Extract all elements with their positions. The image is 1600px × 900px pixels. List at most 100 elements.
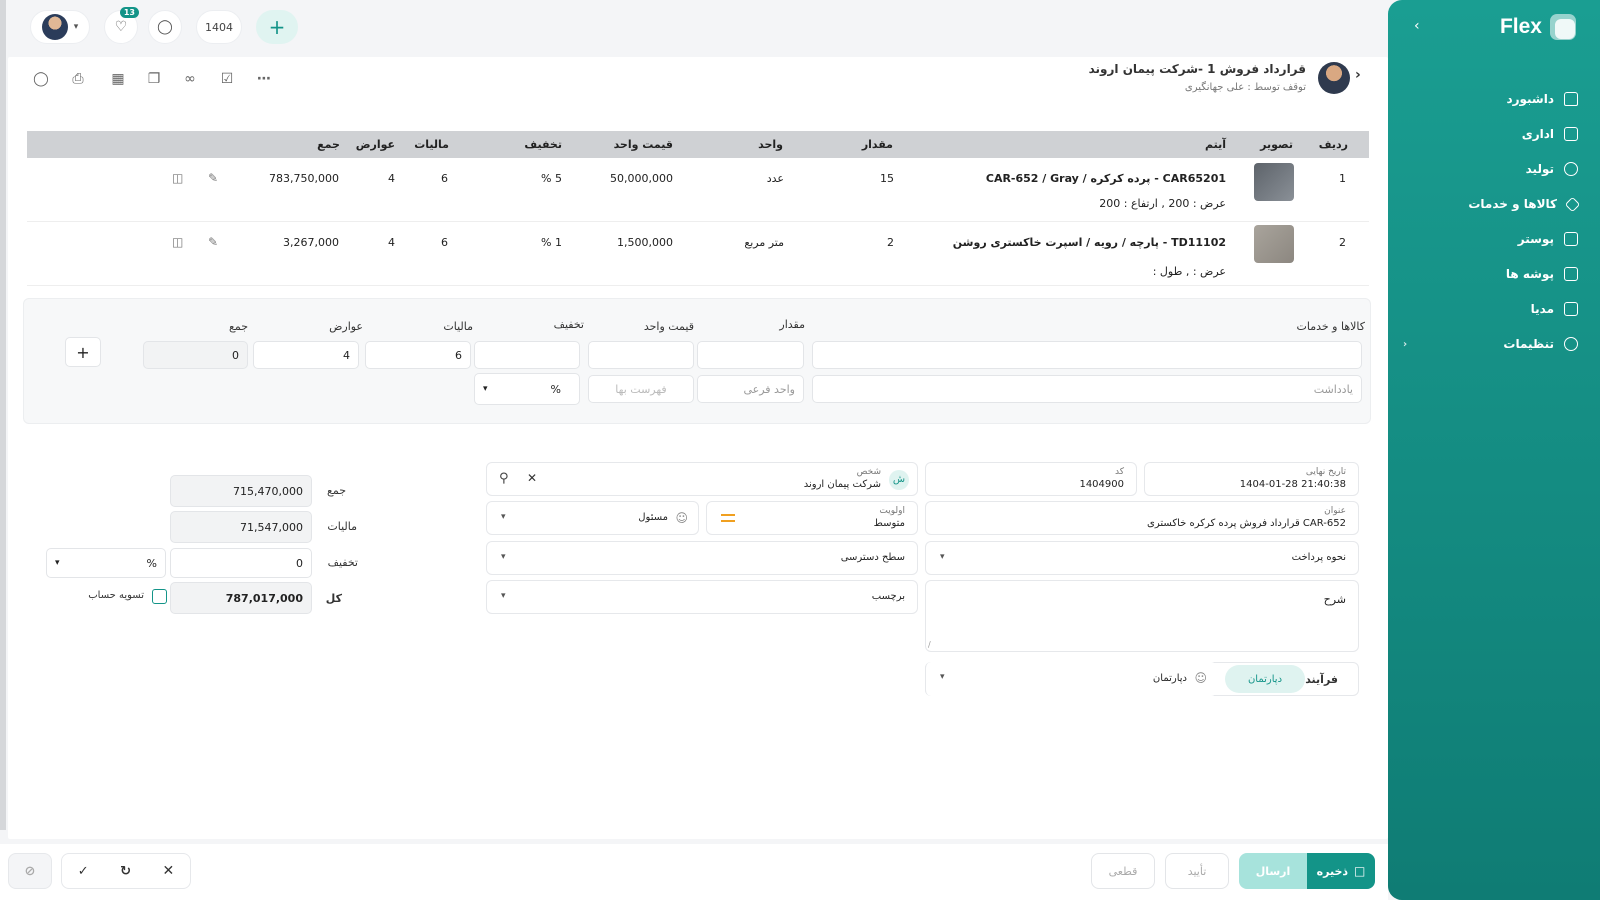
calendar-icon[interactable]: ▦	[109, 70, 127, 88]
print-icon[interactable]: ⎙	[69, 70, 87, 88]
redo-icon[interactable]: ↻	[120, 864, 131, 879]
priority-medium-icon	[721, 514, 735, 522]
sidebar-item-admin[interactable]: اداری	[1403, 127, 1578, 141]
summary-tax-value: 71,547,000	[240, 520, 303, 534]
item-name: TD11102 - پارچه / رویه / اسپرت خاکستری ر…	[952, 236, 1226, 249]
sidebar-item-goods[interactable]: کالاها و خدمات	[1403, 196, 1581, 212]
sidebar-item-settings[interactable]: تنظیمات ‹	[1403, 337, 1578, 351]
add-item-button[interactable]: +	[65, 337, 101, 367]
payment-method-select[interactable]: نحوه پرداخت ▾	[925, 541, 1359, 575]
search-icon[interactable]: ⚲	[499, 471, 509, 486]
deadline-value: 1404-01-28 21:40:38	[1239, 479, 1346, 490]
sidebar-item-label: کالاها و خدمات	[1468, 197, 1557, 211]
briefcase-icon	[1564, 127, 1578, 141]
final-label: قطعی	[1108, 864, 1138, 878]
discount-input[interactable]	[474, 341, 580, 369]
item-dims: عرض : 200 , ارتفاع : 200	[1099, 197, 1226, 210]
settle-checkbox[interactable]	[152, 589, 167, 604]
delete-icon[interactable]: ◫	[172, 235, 183, 249]
bell-icon: ♡	[114, 19, 128, 35]
sidebar-item-folders[interactable]: پوشه ها	[1403, 267, 1578, 281]
tax-label: مالیات	[443, 320, 473, 333]
deadline-field[interactable]: تاریخ نهایی 1404-01-28 21:40:38	[1144, 462, 1359, 496]
avatar	[41, 14, 68, 40]
copy-icon[interactable]: ❐	[145, 70, 163, 88]
duties-input[interactable]: 4	[253, 341, 359, 369]
qty-input[interactable]	[697, 341, 804, 369]
user-menu[interactable]: ▾	[30, 10, 90, 44]
chat-button[interactable]: ◯	[148, 10, 182, 44]
delete-icon[interactable]: ◫	[172, 171, 183, 185]
tab-process[interactable]: فرآیند	[1305, 673, 1338, 686]
hide-button[interactable]: ⊘	[8, 853, 52, 889]
responsible-field[interactable]: ☺ مسئول ▾	[486, 501, 699, 535]
save-button[interactable]: ذخیره □	[1307, 853, 1375, 889]
checklist-icon[interactable]: ☑	[218, 70, 236, 88]
home-icon	[1564, 92, 1578, 106]
priority-field[interactable]: اولویت متوسط	[706, 501, 918, 535]
link-icon[interactable]: ∞	[181, 70, 199, 88]
summary-discount-type-select[interactable]: ▾%	[46, 548, 166, 578]
row-number: 2	[1339, 236, 1346, 249]
sidebar-item-label: مدیا	[1530, 302, 1554, 316]
table-row[interactable]	[27, 158, 1369, 222]
col-tax: مالیات	[414, 138, 449, 151]
plus-icon: +	[76, 342, 90, 362]
back-icon[interactable]: ›	[1355, 67, 1361, 83]
image-icon	[1564, 232, 1578, 246]
col-row: ردیف	[1318, 138, 1348, 151]
logo: Flex	[1500, 14, 1576, 40]
subunit-input[interactable]: واحد فرعی	[697, 375, 804, 403]
final-button[interactable]: قطعی	[1091, 853, 1155, 889]
access-level-select[interactable]: سطح دسترسی ▾	[486, 541, 918, 575]
note-placeholder: یادداشت	[1313, 382, 1353, 396]
summary-discount-input[interactable]: 0	[170, 548, 312, 578]
summary-sum-label: جمع	[326, 484, 346, 497]
unit-price-input[interactable]	[588, 341, 694, 369]
resize-handle-icon[interactable]: ∕	[928, 640, 931, 649]
department-select[interactable]: ☺ دپارتمان ▾	[925, 662, 1217, 696]
tab-department[interactable]: دپارتمان	[1225, 665, 1305, 693]
check-icon[interactable]: ✓	[78, 864, 89, 879]
close-icon[interactable]: ✕	[527, 471, 537, 485]
pricelist-input[interactable]: فهرست بها	[588, 375, 694, 403]
send-button[interactable]: ارسال	[1239, 853, 1307, 889]
notifications-button[interactable]: ♡ 13	[104, 7, 139, 44]
discount: 5 %	[541, 172, 562, 185]
add-button[interactable]: +	[256, 10, 298, 44]
sidebar-item-poster[interactable]: پوستر	[1403, 232, 1578, 246]
responsible-placeholder: مسئول	[638, 512, 668, 523]
brand-name: Flex	[1499, 15, 1542, 38]
col-qty: مقدار	[861, 138, 893, 151]
unit: متر مربع	[744, 236, 784, 249]
send-label: ارسال	[1255, 864, 1291, 878]
edit-icon[interactable]: ✎	[208, 235, 218, 249]
tax: 6	[441, 236, 448, 249]
chevron-down-icon: ▾	[940, 672, 945, 682]
collapse-sidebar-icon[interactable]: ‹	[1414, 18, 1420, 34]
sidebar-item-media[interactable]: مدیا	[1403, 302, 1578, 316]
chat-icon[interactable]: ◯	[32, 70, 50, 88]
description-textarea[interactable]: شرح ∕	[925, 580, 1359, 652]
goods-input[interactable]	[812, 341, 1362, 369]
note-input[interactable]: یادداشت	[812, 375, 1362, 403]
summary-grand-total: 787,017,000	[170, 582, 312, 614]
edit-icon[interactable]: ✎	[208, 171, 218, 185]
confirm-button[interactable]: تأیید	[1165, 853, 1229, 889]
person-field[interactable]: ش شخص شرکت پیمان اروند ⚲ ✕	[486, 462, 918, 496]
title-field[interactable]: عنوان قرارداد فروش پرده کرکره خاکستری CAR…	[925, 501, 1359, 535]
chevron-down-icon: ▾	[73, 22, 79, 32]
scrollbar[interactable]	[0, 0, 6, 830]
sidebar-item-label: اداری	[1521, 127, 1554, 141]
close-icon[interactable]: ✕	[163, 863, 175, 879]
year-selector[interactable]: 1404	[196, 10, 242, 44]
sidebar-item-dashboard[interactable]: داشبورد	[1403, 92, 1578, 106]
sidebar-item-production[interactable]: تولید	[1403, 162, 1578, 176]
tax-input[interactable]: 6	[365, 341, 471, 369]
discount-type-select[interactable]: ▾%	[474, 373, 580, 405]
total-label: جمع	[228, 320, 248, 333]
tag-select[interactable]: برچسب ▾	[486, 580, 918, 614]
code-field[interactable]: کد 1404900	[925, 462, 1137, 496]
more-icon[interactable]: ⋯	[255, 70, 273, 88]
item-dims: عرض : , طول :	[1152, 265, 1226, 278]
